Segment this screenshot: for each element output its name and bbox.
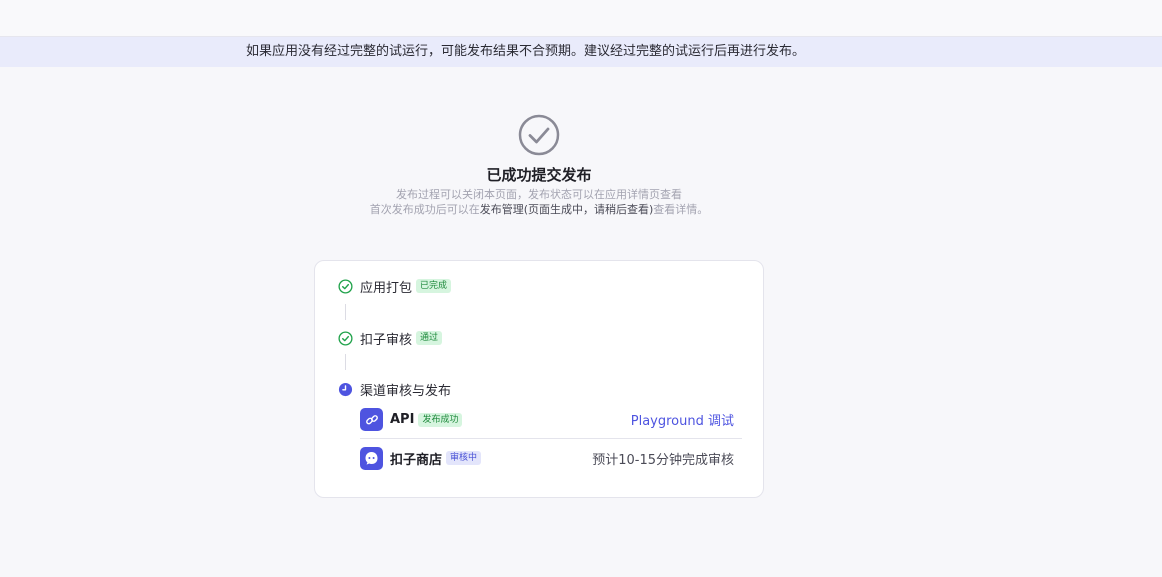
- channel-name: API: [390, 412, 415, 427]
- status-badge: 审核中: [446, 451, 482, 465]
- check-circle-icon: [338, 278, 353, 294]
- step-label: 应用打包: [360, 280, 413, 296]
- store-mascot-icon: [360, 446, 383, 470]
- release-management-link[interactable]: 发布管理(页面生成中，请稍后查看): [480, 203, 654, 216]
- step-connector: [345, 354, 346, 370]
- subtitle-line-1: 发布过程可以关闭本页面，发布状态可以在应用详情页查看: [396, 188, 682, 201]
- publish-progress-card: 应用打包 已完成 扣子审核 通过 渠道审核与发布 API 发布成功 Playgr…: [314, 260, 764, 498]
- check-circle-icon: [518, 114, 560, 156]
- notice-text: 如果应用没有经过完整的试运行，可能发布结果不合预期。建议经过完整的试运行后再进行…: [246, 44, 806, 59]
- step-label: 渠道审核与发布: [360, 383, 452, 399]
- clock-icon: [338, 382, 353, 396]
- subtitle-suffix: 查看详情。: [653, 203, 709, 216]
- notice-banner: 如果应用没有经过完整的试运行，可能发布结果不合预期。建议经过完整的试运行后再进行…: [0, 37, 1162, 67]
- status-badge: 通过: [416, 331, 443, 345]
- status-badge: 发布成功: [418, 412, 463, 427]
- review-eta-text: 预计10-15分钟完成审核: [592, 452, 734, 468]
- subtitle-line-2: 首次发布成功后可以在发布管理(页面生成中，请稍后查看)查看详情。: [0, 201, 1078, 217]
- channel-row-store: 扣子商店 审核中 预计10-15分钟完成审核: [360, 439, 742, 477]
- step-label: 扣子审核: [360, 332, 413, 348]
- step-channel-review: 渠道审核与发布: [338, 379, 451, 399]
- status-badge: 已完成: [416, 279, 452, 293]
- check-circle-icon: [338, 330, 353, 346]
- step-coze-review: 扣子审核 通过: [338, 328, 443, 348]
- channel-row-api: API 发布成功 Playground 调试: [360, 401, 742, 439]
- page-title: 已成功提交发布: [486, 166, 592, 184]
- subtitle-prefix: 首次发布成功后可以在: [369, 203, 480, 216]
- top-bar: [0, 0, 1162, 37]
- step-connector: [345, 304, 346, 320]
- step-app-packaging: 应用打包 已完成: [338, 276, 452, 296]
- link-icon: [360, 408, 383, 431]
- channel-name: 扣子商店: [390, 452, 443, 468]
- playground-debug-link[interactable]: Playground 调试: [631, 410, 734, 429]
